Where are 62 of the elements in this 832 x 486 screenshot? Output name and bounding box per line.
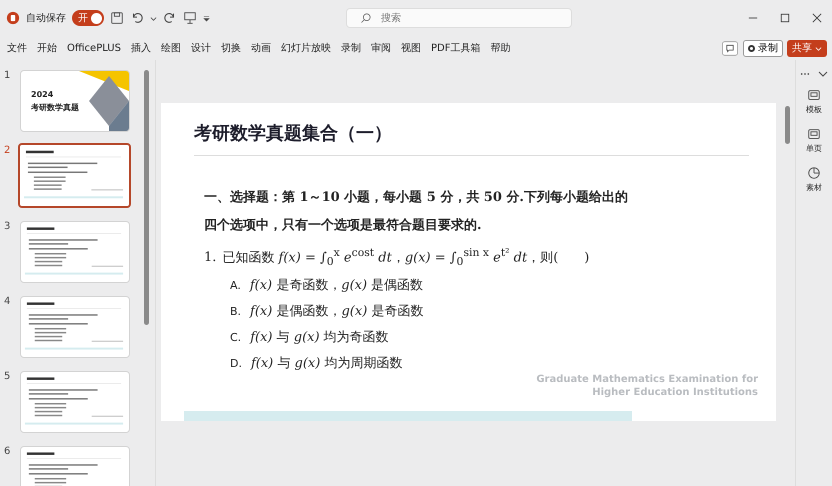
menu-tab[interactable]: 幻灯片放映	[276, 39, 336, 57]
option-letter: C.	[230, 330, 242, 344]
menu-tab[interactable]: 帮助	[485, 39, 516, 57]
save-icon[interactable]	[110, 11, 124, 25]
menu-tab[interactable]: 插入	[126, 39, 156, 57]
slide-number: 6	[4, 446, 10, 459]
more-icon[interactable]	[800, 71, 810, 77]
slide-title: 考研数学真题集合（一）	[194, 122, 393, 145]
slide-number: 2	[4, 145, 10, 158]
menu-tab[interactable]: 录制	[336, 39, 366, 57]
share-button[interactable]: 共享	[787, 40, 827, 56]
slide-thumbnail[interactable]: 2024 考研数学真题	[20, 70, 130, 132]
record-button[interactable]: 录制	[743, 40, 783, 56]
slide-number: 5	[4, 371, 10, 384]
menu-tab[interactable]: 切换	[216, 39, 246, 57]
pane-label[interactable]: 素材	[806, 182, 822, 193]
menu-tab[interactable]: 视图	[396, 39, 426, 57]
layout-icon[interactable]	[807, 127, 821, 141]
option-letter: B.	[230, 304, 242, 318]
collapse-caret-icon[interactable]	[818, 71, 828, 77]
search-field[interactable]: 搜索	[346, 8, 572, 28]
option-letter: A.	[230, 278, 241, 292]
option-text: f(x) 是偶函数，g(x) 是奇函数	[250, 302, 424, 320]
app-logo-icon	[6, 11, 20, 25]
footer-caption: Higher Education Institutions	[592, 386, 758, 399]
undo-icon[interactable]	[130, 11, 144, 25]
slide-number: 4	[4, 296, 10, 309]
pane-label[interactable]: 单页	[806, 143, 822, 154]
option-text: f(x) 与 g(x) 均为奇函数	[250, 328, 389, 346]
menu-tab[interactable]: 设计	[186, 39, 216, 57]
customize-caret-icon[interactable]	[203, 14, 210, 22]
footer-caption: Graduate Mathematics Examination for	[536, 373, 758, 386]
menu-tab[interactable]: OfficePLUS	[62, 40, 126, 56]
search-icon	[360, 12, 372, 24]
option-text: f(x) 与 g(x) 均为周期函数	[250, 354, 402, 372]
thumbnail-title: 2024	[31, 89, 54, 101]
section-instructions: 一、选择题：第 1～10 小题，每小题 5 分，共 50 分.下列每小题给出的四个选项中，只有一个选项是最符合题目要求的.	[204, 189, 629, 235]
menu-tab[interactable]: 审阅	[366, 39, 396, 57]
question-number: 1.	[204, 250, 216, 266]
menu-tab[interactable]: 动画	[246, 39, 276, 57]
thumbnail-title: 考研数学真题	[31, 102, 79, 114]
pie-chart-icon[interactable]	[807, 166, 821, 180]
pane-label[interactable]: 模板	[806, 104, 822, 115]
autosave-label: 自动保存	[26, 12, 66, 25]
menu-tab[interactable]: PDF工具箱	[426, 39, 486, 57]
caret-icon	[815, 44, 822, 52]
slide-number: 1	[4, 70, 10, 83]
autosave-toggle[interactable]: 开	[72, 10, 104, 26]
slide-number: 3	[4, 221, 10, 234]
redo-icon[interactable]	[163, 11, 177, 25]
maximize-icon[interactable]	[780, 13, 790, 23]
option-text: f(x) 是奇函数，g(x) 是偶函数	[250, 276, 424, 294]
menu-tab[interactable]: 开始	[32, 39, 62, 57]
presentation-icon[interactable]	[183, 11, 197, 25]
caret-icon[interactable]	[150, 14, 157, 22]
menu-tab[interactable]: 文件	[2, 39, 32, 57]
menu-tab[interactable]: 绘图	[156, 39, 186, 57]
layout-icon[interactable]	[807, 88, 821, 102]
question-text: 已知函数 f(x) = ∫$_{0}$$^{x}$ e$^{cost}$ dt，g(x) = ∫$_{0}$$^{sin x}$ e$^{t²}$ dt，则( )	[222, 246, 590, 268]
comment-icon[interactable]	[722, 40, 738, 56]
option-letter: D.	[230, 356, 242, 370]
close-icon[interactable]	[812, 13, 822, 23]
